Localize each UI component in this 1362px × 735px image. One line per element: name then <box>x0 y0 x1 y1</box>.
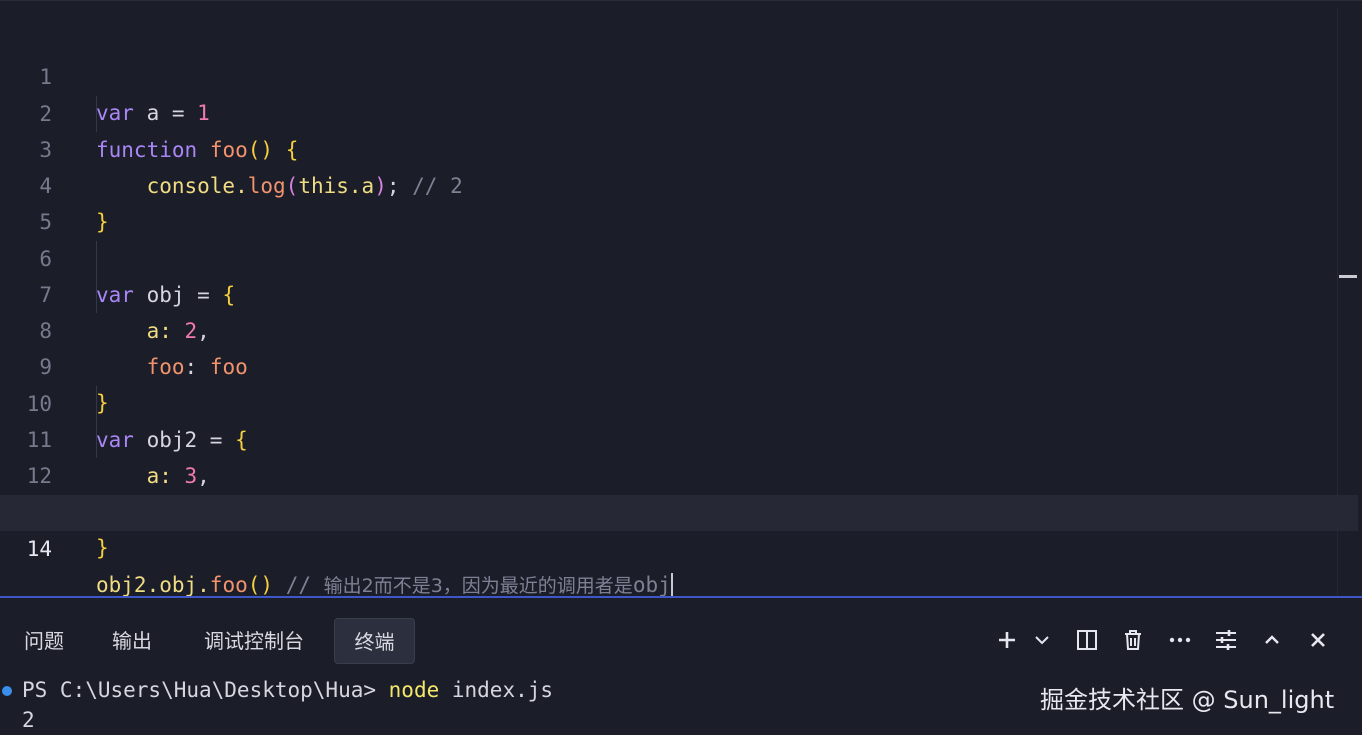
current-code-line[interactable]: 14 obj2.obj.foo() // 输出2而不是3，因为最近的调用者是ob… <box>0 495 1358 599</box>
bottom-panel: 问题 输出 调试控制台 终端 PS C:\Users\Hua\Desktop\H… <box>0 596 1362 735</box>
watermark: 掘金技术社区 @ Sun_light <box>1040 686 1335 714</box>
code-line[interactable]: 5 <box>0 168 1358 234</box>
code-line[interactable]: 9 } <box>0 313 1358 415</box>
tab-problems[interactable]: 问题 <box>8 618 80 664</box>
code-line[interactable]: 12 obj: obj <box>0 422 1358 524</box>
close-icon[interactable] <box>1302 624 1334 656</box>
code-line[interactable]: 1 var a = 1 <box>0 23 1358 125</box>
code-line[interactable]: 10 var obj2 = { <box>0 350 1358 452</box>
code-line[interactable]: 11 a: 3, <box>0 386 1358 488</box>
code-line[interactable]: 8 foo: foo <box>0 277 1358 379</box>
code-editor[interactable]: 1 var a = 1 2 function foo() { 3 console… <box>0 0 1362 599</box>
settings-icon[interactable] <box>1210 624 1242 656</box>
chevron-up-icon[interactable] <box>1256 624 1288 656</box>
code-line[interactable]: 7 a: 2, <box>0 241 1358 343</box>
code-line[interactable]: 2 function foo() { <box>0 60 1358 162</box>
code-line[interactable]: 3 console.log(this.a); // 2 <box>0 96 1358 198</box>
tab-terminal[interactable]: 终端 <box>334 618 415 664</box>
tab-output[interactable]: 输出 <box>96 618 168 664</box>
more-icon[interactable] <box>1164 624 1196 656</box>
code-line[interactable]: 4 } <box>0 132 1358 234</box>
terminal-command-line[interactable]: PS C:\Users\Hua\Desktop\Hua> node index.… <box>22 678 553 702</box>
line-number: 14 <box>26 537 52 561</box>
tab-debug-console[interactable]: 调试控制台 <box>188 618 320 664</box>
split-icon[interactable] <box>1071 624 1103 656</box>
code-line[interactable]: 13 } <box>0 458 1358 560</box>
chevron-down-icon[interactable] <box>1026 624 1058 656</box>
terminal-output: 2 <box>22 708 35 732</box>
code-line[interactable]: 6 var obj = { <box>0 205 1358 307</box>
trash-icon[interactable] <box>1117 624 1149 656</box>
plus-icon[interactable] <box>991 624 1023 656</box>
command-status-dot <box>2 686 12 696</box>
